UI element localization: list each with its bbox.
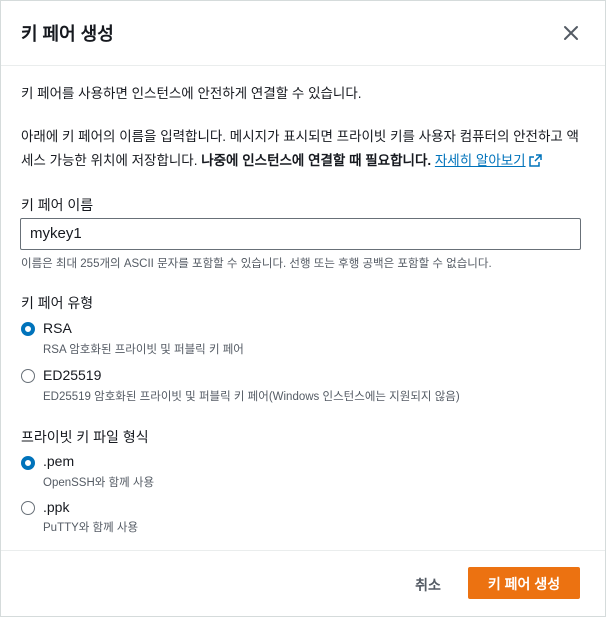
radio-rsa-label[interactable]: RSA [43, 320, 72, 336]
radio-ppk[interactable] [21, 501, 35, 515]
dialog-title: 키 페어 생성 [21, 24, 114, 44]
radio-ed25519-label[interactable]: ED25519 [43, 367, 101, 383]
key-name-hint: 이름은 최대 255개의 ASCII 문자를 포함할 수 있습니다. 선행 또는… [21, 258, 492, 270]
key-name-input[interactable]: mykey1 [20, 218, 581, 250]
key-type-label: 키 페어 유형 [21, 295, 94, 311]
description-bold: 나중에 인스턴스에 연결할 때 필요합니다. [201, 153, 432, 168]
external-link-icon [528, 151, 542, 175]
radio-ppk-label[interactable]: .ppk [43, 499, 69, 515]
radio-rsa-description: RSA 암호화된 프라이빗 및 퍼블릭 키 페어 [43, 344, 244, 356]
create-key-pair-button[interactable]: 키 페어 생성 [468, 567, 580, 599]
close-icon[interactable] [559, 21, 583, 45]
learn-more-label: 자세히 알아보기 [434, 153, 526, 168]
description-text: 아래에 키 페어의 이름을 입력합니다. 메시지가 표시되면 프라이빗 키를 사… [21, 125, 587, 175]
create-key-pair-dialog: 키 페어 생성 키 페어를 사용하면 인스턴스에 안전하게 연결할 수 있습니다… [0, 0, 606, 617]
radio-pem-description: OpenSSH와 함께 사용 [43, 477, 155, 489]
radio-pem[interactable] [21, 456, 35, 470]
cancel-button[interactable]: 취소 [404, 570, 452, 600]
radio-ed25519-description: ED25519 암호화된 프라이빗 및 퍼블릭 키 페어(Windows 인스턴… [43, 391, 460, 403]
dialog-footer: 취소 키 페어 생성 [1, 550, 605, 617]
radio-rsa[interactable] [21, 322, 35, 336]
intro-text: 키 페어를 사용하면 인스턴스에 안전하게 연결할 수 있습니다. [21, 86, 362, 101]
radio-ed25519[interactable] [21, 369, 35, 383]
learn-more-link[interactable]: 자세히 알아보기 [435, 153, 542, 168]
key-name-label: 키 페어 이름 [21, 197, 94, 213]
file-format-label: 프라이빗 키 파일 형식 [21, 429, 149, 445]
dialog-header: 키 페어 생성 [1, 1, 605, 66]
radio-pem-label[interactable]: .pem [43, 453, 74, 469]
radio-ppk-description: PuTTY와 함께 사용 [43, 522, 139, 534]
